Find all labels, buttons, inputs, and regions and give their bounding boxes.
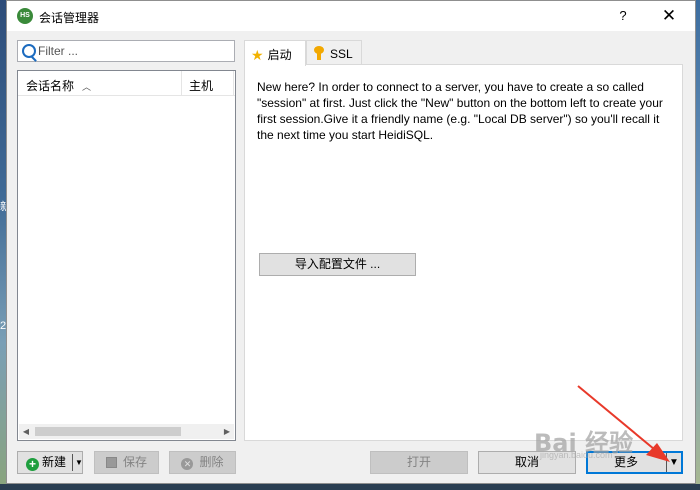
save-disk-icon — [105, 457, 117, 468]
search-icon — [22, 44, 36, 58]
import-settings-button[interactable]: 导入配置文件 ... — [259, 253, 416, 276]
start-tab-panel: New here? In order to connect to a serve… — [244, 64, 683, 441]
scroll-right-icon[interactable]: ▶ — [221, 426, 233, 437]
column-session-name[interactable]: 会话名称 ︿ — [18, 71, 182, 95]
key-icon — [313, 46, 325, 60]
tab-ssl-label: SSL — [330, 47, 353, 61]
delete-button[interactable]: ✕ 删除 — [169, 451, 236, 474]
new-session-main[interactable]: + 新建 — [21, 452, 71, 473]
chevron-down-icon[interactable]: ▼ — [75, 452, 83, 473]
chevron-down-icon[interactable]: ▼ — [666, 453, 681, 472]
close-button[interactable]: ✕ — [657, 4, 681, 28]
tab-ssl[interactable]: SSL — [306, 40, 362, 64]
intro-text: New here? In order to connect to a serve… — [257, 80, 663, 142]
save-button[interactable]: 保存 — [94, 451, 159, 474]
delete-label: 删除 — [199, 455, 224, 469]
session-tree[interactable]: 会话名称 ︿ 主机 ◀ ▶ — [17, 70, 236, 441]
tab-start[interactable]: ★ 启动 — [244, 40, 306, 66]
watermark-url: jingyan.baidu.com — [540, 450, 613, 460]
session-manager-window: HS 会话管理器 ? ✕ 会话名称 ︿ 主机 ◀ ▶ ★启动 SSL New he… — [6, 0, 696, 484]
scrollbar-thumb[interactable] — [35, 427, 181, 436]
column-host-label: 主机 — [189, 79, 214, 93]
filter-input[interactable] — [38, 43, 228, 59]
column-host[interactable]: 主机 — [182, 71, 234, 95]
help-button[interactable]: ? — [613, 6, 633, 26]
scroll-left-icon[interactable]: ◀ — [20, 426, 32, 437]
window-title: 会话管理器 — [39, 11, 100, 25]
horizontal-scrollbar[interactable]: ◀ ▶ — [19, 424, 234, 439]
tab-start-label: 启动 — [267, 48, 292, 62]
split-divider — [72, 454, 73, 471]
save-label: 保存 — [122, 455, 147, 469]
open-button[interactable]: 打开 — [370, 451, 468, 474]
new-label: 新建 — [41, 455, 66, 469]
column-session-name-label: 会话名称 — [26, 79, 75, 93]
taskbar-edge — [0, 484, 700, 490]
column-header: 会话名称 ︿ 主机 — [18, 71, 235, 96]
plus-icon: + — [25, 458, 39, 471]
star-icon: ★ — [251, 47, 264, 63]
delete-icon: ✕ — [181, 458, 194, 470]
app-icon: HS — [17, 8, 33, 24]
title-bar[interactable]: HS 会话管理器 ? ✕ — [7, 1, 695, 31]
filter-box[interactable] — [17, 40, 235, 62]
sort-ascending-icon: ︿ — [82, 82, 92, 92]
new-session-button[interactable]: + 新建 ▼ — [17, 451, 83, 474]
